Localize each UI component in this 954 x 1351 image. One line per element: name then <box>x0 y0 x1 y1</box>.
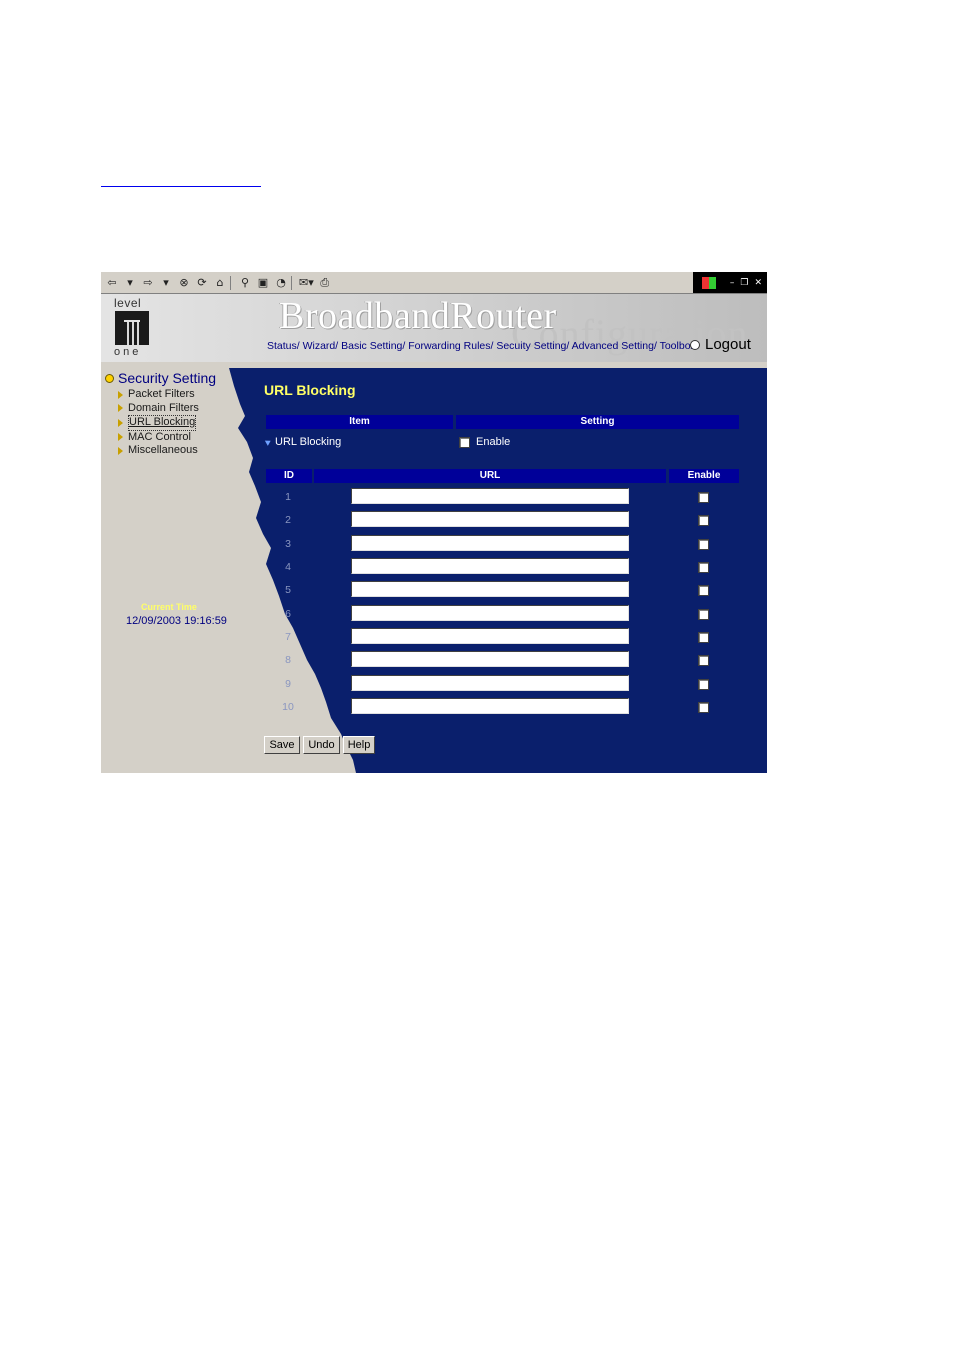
row-enable-checkbox-10[interactable] <box>698 702 709 713</box>
sidebar-item-domain-filters[interactable]: Domain Filters <box>118 402 199 416</box>
logout-link[interactable]: Logout <box>690 336 751 353</box>
url-input-3[interactable] <box>351 535 629 551</box>
row-id: 8 <box>285 654 291 666</box>
setting-header: Setting <box>456 415 739 429</box>
top-navigation[interactable]: Status/ Wizard/ Basic Setting/ Forwardin… <box>267 340 696 352</box>
window-controls: – ❐ ✕ <box>693 272 767 293</box>
triangle-bullet-icon <box>118 390 123 399</box>
sidebar-menu: Packet Filters Domain Filters URL Blocki… <box>118 388 199 458</box>
feature-enable-checkbox[interactable] <box>459 436 470 448</box>
toolbar-separator <box>291 275 292 290</box>
toolbar-separator <box>230 275 231 290</box>
row-id: 7 <box>285 631 291 643</box>
row-enable-checkbox-6[interactable] <box>698 609 709 620</box>
save-button[interactable]: Save <box>264 736 300 754</box>
row-enable-checkbox-3[interactable] <box>698 539 709 550</box>
page-title: URL Blocking <box>264 382 356 398</box>
favorites-icon[interactable]: ▣ <box>256 275 270 291</box>
stop-icon[interactable]: ⊗ <box>177 275 191 291</box>
header-banner: level one Configuration BroadbandRouter … <box>101 294 767 362</box>
feature-item: URL Blocking <box>264 436 342 448</box>
sidebar-item-label: MAC Control <box>128 430 191 443</box>
minimize-icon[interactable]: – <box>730 278 735 288</box>
item-header: Item <box>266 415 453 429</box>
section-circle-icon <box>105 373 114 383</box>
current-time-label: Current Time <box>141 602 197 612</box>
sidebar-item-label: Packet Filters <box>128 388 195 400</box>
document-link-underline[interactable] <box>101 186 261 187</box>
row-id: 9 <box>285 678 291 690</box>
sidebar-item-miscellaneous[interactable]: Miscellaneous <box>118 444 199 458</box>
row-id: 10 <box>282 701 294 713</box>
browser-toolbar: ⇦ ▾ ⇨ ▾ ⊗ ⟳ ⌂ ⚲ ▣ ◔ ✉▾ ⎙ – ❐ ✕ <box>101 272 767 294</box>
triangle-bullet-icon <box>118 433 123 442</box>
main-content: Security Setting Packet Filters Domain F… <box>101 368 767 773</box>
feature-enable-setting: Enable <box>459 436 510 448</box>
id-column-header: ID <box>266 469 312 483</box>
row-enable-checkbox-4[interactable] <box>698 562 709 573</box>
current-time-value: 12/09/2003 19:16:59 <box>126 615 227 627</box>
row-id: 3 <box>285 538 291 550</box>
row-id: 6 <box>285 608 291 620</box>
triangle-bullet-icon <box>118 446 123 455</box>
sidebar-item-url-blocking[interactable]: URL Blocking <box>118 415 199 431</box>
triangle-bullet-icon <box>118 404 123 413</box>
section-title-label: Security Setting <box>118 370 217 386</box>
feature-label: URL Blocking <box>275 436 342 448</box>
windows-flag-icon <box>701 276 716 289</box>
row-enable-checkbox-9[interactable] <box>698 679 709 690</box>
url-input-10[interactable] <box>351 698 629 714</box>
arrow-bullet-icon <box>264 438 273 446</box>
refresh-icon[interactable]: ⟳ <box>195 275 209 291</box>
sidebar-section-title[interactable]: Security Setting <box>105 370 216 386</box>
logout-label: Logout <box>705 336 751 353</box>
logo-text-top: level <box>114 296 142 310</box>
row-enable-checkbox-1[interactable] <box>698 492 709 503</box>
home-icon[interactable]: ⌂ <box>213 275 227 291</box>
row-enable-checkbox-5[interactable] <box>698 585 709 596</box>
url-input-2[interactable] <box>351 511 629 527</box>
url-input-5[interactable] <box>351 581 629 597</box>
row-id: 5 <box>285 584 291 596</box>
levelone-logo: level one <box>114 297 154 359</box>
triangle-bullet-icon <box>118 418 123 427</box>
row-enable-checkbox-7[interactable] <box>698 632 709 643</box>
row-id: 2 <box>285 514 291 526</box>
feature-enable-label: Enable <box>476 436 511 448</box>
url-input-4[interactable] <box>351 558 629 574</box>
logout-circle-icon <box>690 339 700 350</box>
url-column-header: URL <box>314 469 666 483</box>
url-input-1[interactable] <box>351 488 629 504</box>
row-id: 4 <box>285 561 291 573</box>
restore-icon[interactable]: ❐ <box>740 278 748 288</box>
url-input-8[interactable] <box>351 651 629 667</box>
sidebar-item-packet-filters[interactable]: Packet Filters <box>118 388 199 402</box>
dropdown-icon[interactable]: ▾ <box>123 275 137 291</box>
row-id: 1 <box>285 491 291 503</box>
logo-mark-icon <box>115 311 149 345</box>
row-enable-checkbox-8[interactable] <box>698 655 709 666</box>
url-input-6[interactable] <box>351 605 629 621</box>
browser-screenshot: ⇦ ▾ ⇨ ▾ ⊗ ⟳ ⌂ ⚲ ▣ ◔ ✉▾ ⎙ – ❐ ✕ level one… <box>101 272 767 773</box>
sidebar-item-label: URL Blocking <box>128 415 197 431</box>
sidebar-item-label: Miscellaneous <box>128 444 198 456</box>
brand-title: BroadbandRouter <box>279 295 557 337</box>
print-icon[interactable]: ⎙ <box>318 275 332 291</box>
forward-icon[interactable]: ⇨ <box>141 275 155 291</box>
sidebar-item-mac-control[interactable]: MAC Control <box>118 431 199 445</box>
row-enable-checkbox-2[interactable] <box>698 515 709 526</box>
sidebar-item-label: Domain Filters <box>128 401 199 414</box>
undo-button[interactable]: Undo <box>303 736 340 754</box>
history-icon[interactable]: ◔ <box>274 275 288 291</box>
help-button[interactable]: Help <box>343 736 375 754</box>
search-icon[interactable]: ⚲ <box>238 275 252 291</box>
back-icon[interactable]: ⇦ <box>105 275 119 291</box>
url-input-9[interactable] <box>351 675 629 691</box>
enable-column-header: Enable <box>669 469 739 483</box>
dropdown-icon[interactable]: ▾ <box>159 275 173 291</box>
mail-icon[interactable]: ✉▾ <box>299 275 314 291</box>
logo-text-bottom: one <box>114 346 142 358</box>
close-icon[interactable]: ✕ <box>754 278 762 288</box>
url-input-7[interactable] <box>351 628 629 644</box>
